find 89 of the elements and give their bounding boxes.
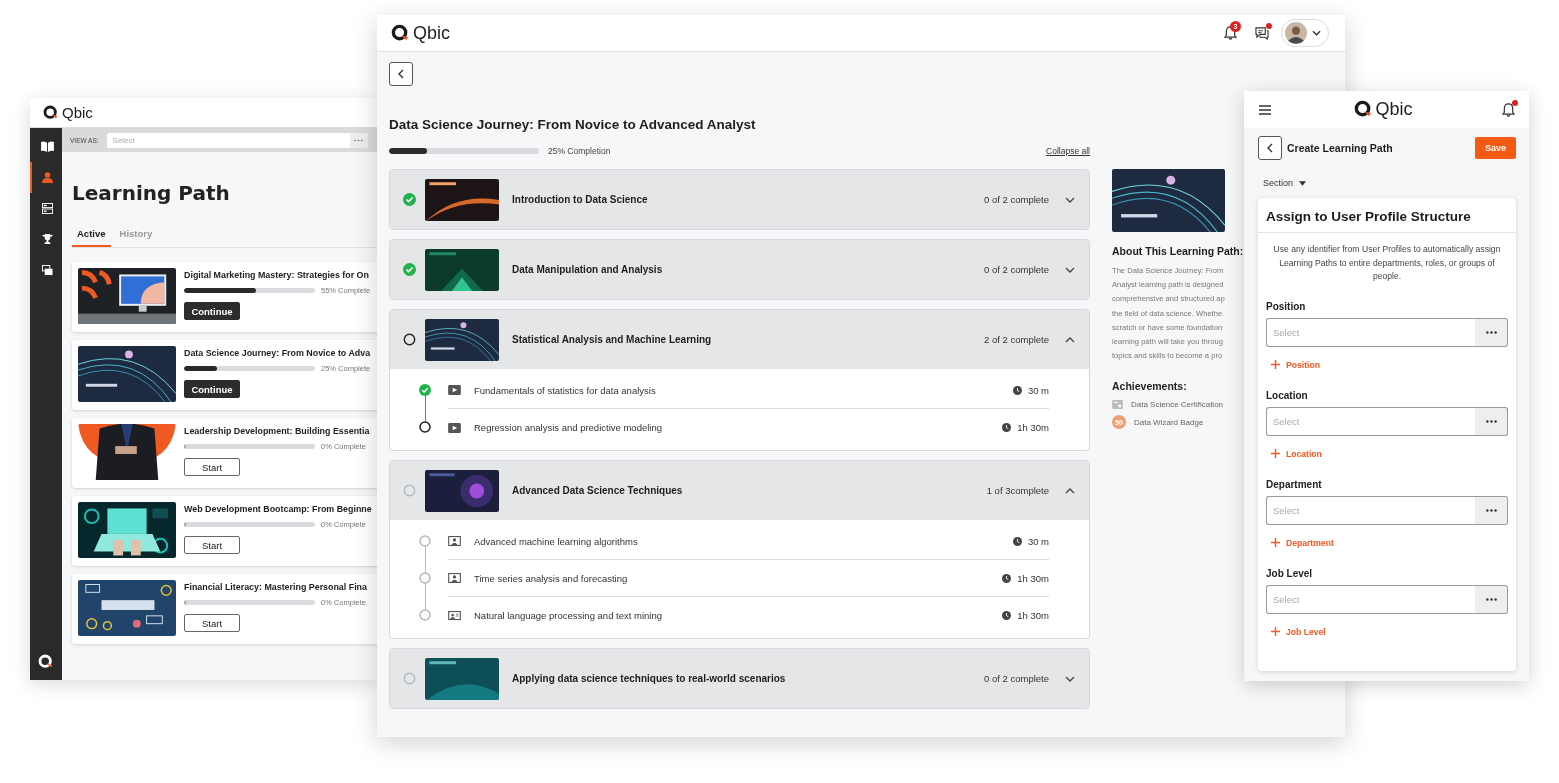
- person-icon: [41, 172, 53, 183]
- continue-button[interactable]: Continue: [184, 380, 240, 398]
- avatar-icon: [1285, 22, 1307, 44]
- section-dropdown[interactable]: Section: [1263, 178, 1307, 188]
- page-title: Create Learning Path: [1287, 142, 1393, 154]
- lesson-duration: 1h 30m: [1017, 572, 1049, 584]
- trophy-icon: [41, 234, 53, 245]
- lesson-count: 0 of 2 complete: [984, 194, 1049, 205]
- field-label: Position: [1266, 300, 1307, 312]
- logo-icon: [391, 23, 410, 43]
- back-button[interactable]: [389, 62, 413, 86]
- add-link[interactable]: Department: [1271, 537, 1334, 548]
- start-button[interactable]: Start: [184, 536, 240, 554]
- bell-icon: [1223, 26, 1237, 40]
- chevron-down-icon: [1312, 30, 1321, 36]
- clock-icon: [1012, 536, 1022, 546]
- bell-icon: [1501, 102, 1515, 117]
- page-title: Learning Path: [72, 181, 231, 205]
- learning-path-title: Data Science Journey: From Novice to Advanced Analyst: [389, 117, 757, 132]
- description: Use any identifier from User Profiles to automatically assign Learning Paths to entire departments, roles, or groups of people.: [1272, 243, 1502, 283]
- chevron-left-icon: [1267, 143, 1273, 153]
- section-heading: About This Learning Path:: [1112, 245, 1244, 257]
- module-header[interactable]: Advanced Data Science Techniques 1 of 3complete: [390, 461, 1089, 520]
- lesson-count: 1 of 3complete: [986, 485, 1049, 496]
- logo-icon: [1353, 100, 1373, 119]
- collapse-all-link[interactable]: Collapse all: [1046, 146, 1090, 156]
- more-icon: [354, 138, 364, 142]
- field-label: Department: [1266, 478, 1323, 490]
- clock-icon: [1002, 611, 1012, 620]
- chat-icon: [1255, 26, 1269, 40]
- course-title: Web Development Bootcamp: From Beginne: [184, 504, 372, 514]
- lesson-count: 2 of 2 complete: [984, 334, 1049, 345]
- brand-name: Qbic: [62, 104, 93, 121]
- caret-icon: [1299, 180, 1307, 186]
- lesson-title[interactable]: Fundamentals of statistics for data analysis: [474, 384, 656, 396]
- tab[interactable]: Active: [72, 225, 111, 247]
- menu-icon[interactable]: [1259, 104, 1271, 115]
- module-header[interactable]: Introduction to Data Science 0 of 2 complete: [390, 170, 1089, 229]
- lesson-duration: 30 m: [1027, 535, 1049, 547]
- lesson-duration: 1h 30m: [1017, 610, 1049, 621]
- course-title: Digital Marketing Mastery: Strategies for On: [184, 270, 370, 280]
- module-header[interactable]: Data Manipulation and Analysis 0 of 2 complete: [390, 240, 1089, 299]
- lesson-title[interactable]: Regression analysis and predictive modeling: [474, 422, 662, 433]
- card-title: Assign to User Profile Structure: [1258, 198, 1516, 233]
- module-title: Statistical Analysis and Machine Learning: [512, 334, 712, 345]
- course-title: Leadership Development: Building Essentia: [184, 426, 370, 436]
- plus-icon: [1271, 538, 1280, 547]
- view-as-field[interactable]: Select: [106, 132, 350, 148]
- clock-icon: [1002, 573, 1012, 583]
- clock-icon: [1012, 385, 1022, 395]
- plus-icon: [1271, 449, 1280, 458]
- achievement-label: Data Wizard Badge: [1134, 417, 1204, 427]
- lesson-count: 0 of 2 complete: [984, 673, 1049, 684]
- module-title: Advanced Data Science Techniques: [512, 485, 683, 496]
- lesson-duration: 30 m: [1027, 384, 1049, 396]
- plus-icon: [1271, 627, 1280, 636]
- brand-name: Qbic: [413, 22, 450, 44]
- lesson-title[interactable]: Advanced machine learning algorithms: [474, 535, 638, 547]
- module-header[interactable]: Statistical Analysis and Machine Learning 2 of 2 complete: [390, 310, 1089, 369]
- plus-icon: [1271, 360, 1280, 369]
- progress-label: 25% Completion: [548, 146, 611, 156]
- section-heading: Achievements:: [1112, 380, 1188, 393]
- course-title: Financial Literacy: Mastering Personal Fina: [184, 582, 367, 592]
- field-label: Location: [1266, 389, 1309, 401]
- module-header[interactable]: Applying data science techniques to real-world scenarios 0 of 2 complete: [390, 649, 1089, 708]
- clock-icon: [1002, 423, 1012, 432]
- field-label: Job Level: [1266, 567, 1314, 579]
- logo-icon: [38, 654, 54, 670]
- lesson-title[interactable]: Natural language processing and text mining: [474, 610, 662, 621]
- start-button[interactable]: Start: [184, 458, 240, 476]
- book-icon: [40, 141, 54, 152]
- add-link[interactable]: Location: [1271, 448, 1322, 459]
- chevron-left-icon: [398, 69, 404, 79]
- lesson-duration: 1h 30m: [1017, 422, 1049, 433]
- account-menu-button[interactable]: [1281, 19, 1329, 47]
- achievement-label: Data Science Certification: [1131, 400, 1224, 410]
- lesson-title[interactable]: Time series analysis and forecasting: [474, 572, 628, 584]
- start-button[interactable]: Start: [184, 614, 240, 632]
- module-title: Introduction to Data Science: [512, 194, 648, 205]
- course-title: Data Science Journey: From Novice to Adva: [184, 348, 371, 358]
- layout-icon: [41, 203, 53, 214]
- logo-icon: [43, 104, 59, 121]
- continue-button[interactable]: Continue: [184, 302, 240, 320]
- module-title: Data Manipulation and Analysis: [512, 264, 663, 275]
- back-button[interactable]: [1258, 136, 1282, 160]
- brand-name: Qbic: [1375, 99, 1413, 120]
- windows-icon: [41, 265, 53, 276]
- module-title: Applying data science techniques to real-world scenarios: [512, 673, 786, 684]
- lesson-count: 0 of 2 complete: [984, 264, 1049, 275]
